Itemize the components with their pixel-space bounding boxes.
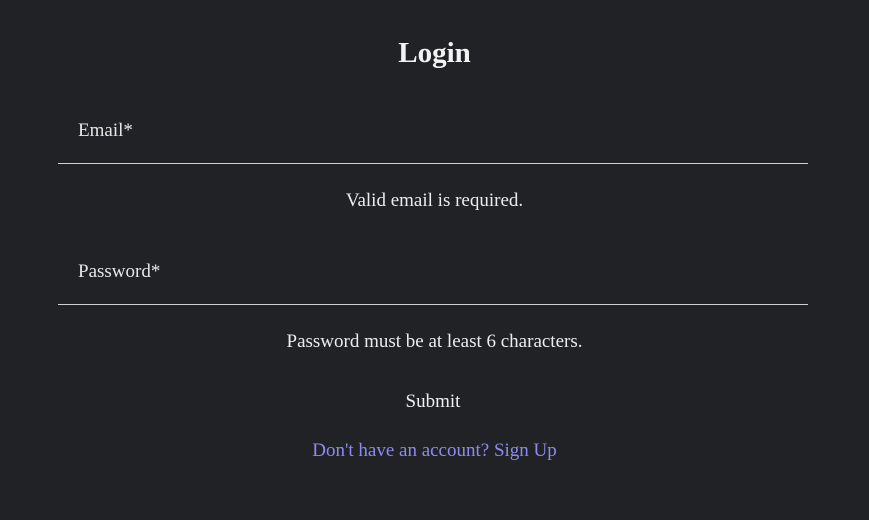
signup-prompt: Don't have an account? Sign Up: [0, 439, 869, 463]
email-field[interactable]: Email*: [58, 116, 808, 164]
submit-button[interactable]: Submit: [384, 386, 482, 418]
email-input[interactable]: [58, 116, 808, 163]
email-error-message: Valid email is required.: [345, 190, 524, 211]
password-input[interactable]: [58, 257, 808, 304]
signup-link[interactable]: Don't have an account? Sign Up: [312, 440, 557, 461]
password-error-message: Password must be at least 6 characters.: [286, 331, 583, 352]
password-field[interactable]: Password*: [58, 257, 808, 305]
page-title: Login: [398, 37, 471, 69]
